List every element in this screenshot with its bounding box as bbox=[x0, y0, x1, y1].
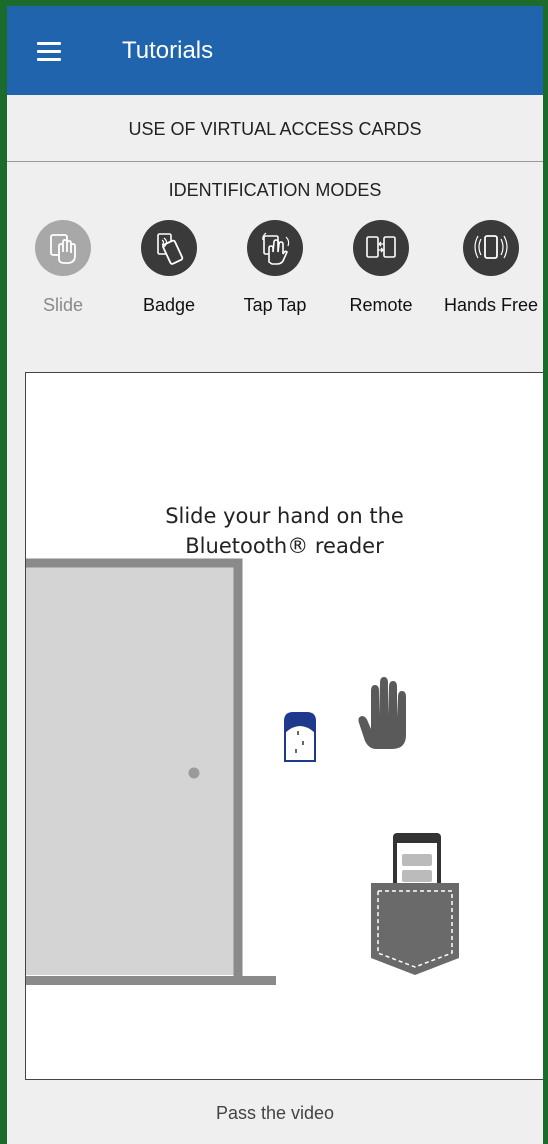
mode-label: Badge bbox=[142, 295, 196, 315]
mode-tap-tap[interactable]: Tap Tap bbox=[225, 220, 325, 316]
mode-hands-free[interactable]: Hands Free bbox=[441, 220, 541, 316]
tap-tap-icon bbox=[247, 220, 303, 276]
phone-in-pocket-icon bbox=[371, 833, 459, 975]
mode-label: Remote bbox=[349, 295, 413, 315]
door-knob bbox=[188, 767, 200, 779]
hands-free-icon bbox=[463, 220, 519, 276]
page-title: Tutorials bbox=[122, 37, 214, 64]
identification-modes-list: Slide Badge Tap Tap Remote Hands Free bbox=[7, 220, 543, 370]
door-panel bbox=[26, 565, 234, 975]
mode-label: Hands Free bbox=[443, 295, 539, 315]
virtual-access-cards-header[interactable]: USE OF VIRTUAL ACCESS CARDS bbox=[7, 95, 543, 162]
video-caption-line1: Slide your hand on the bbox=[165, 504, 404, 528]
mode-label: Slide bbox=[42, 295, 84, 315]
video-caption: Slide your hand on the Bluetooth® reader bbox=[26, 501, 543, 561]
pass-video-link[interactable]: Pass the video bbox=[7, 1103, 543, 1124]
video-caption-line2: Bluetooth® reader bbox=[185, 534, 384, 558]
identification-modes-header: IDENTIFICATION MODES bbox=[168, 180, 382, 200]
app-bar: Tutorials bbox=[7, 6, 543, 95]
hamburger-menu-icon[interactable] bbox=[29, 34, 73, 70]
remote-icon bbox=[353, 220, 409, 276]
phone-badge-icon bbox=[141, 220, 197, 276]
door-sill bbox=[26, 976, 276, 985]
tutorial-video[interactable]: Slide your hand on the Bluetooth® reader bbox=[25, 372, 543, 1080]
mode-label: Tap Tap bbox=[243, 295, 307, 315]
bluetooth-reader-icon bbox=[284, 712, 316, 762]
mode-slide[interactable]: Slide bbox=[13, 220, 113, 316]
door-frame bbox=[26, 558, 243, 979]
hand-slide-icon bbox=[35, 220, 91, 276]
mode-badge[interactable]: Badge bbox=[119, 220, 219, 316]
mode-remote[interactable]: Remote bbox=[331, 220, 431, 316]
hand-icon bbox=[358, 677, 406, 749]
app-frame: Tutorials USE OF VIRTUAL ACCESS CARDS ID… bbox=[7, 6, 543, 1144]
